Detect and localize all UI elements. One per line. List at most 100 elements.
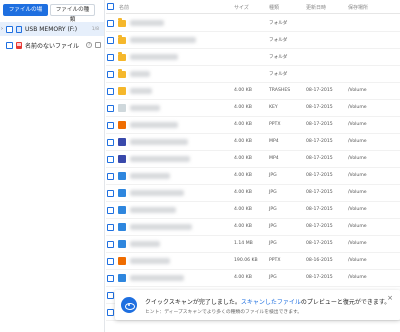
table-row[interactable]: 4.00 KB JPG 08-17-2015/Volume — [106, 185, 400, 202]
table-row[interactable]: 1.14 MB JPG 08-17-2015/Volume — [106, 236, 400, 253]
file-path: /Volume — [348, 258, 367, 263]
table-row[interactable]: フォルダ — [106, 32, 400, 49]
table-row[interactable]: フォルダ — [106, 66, 400, 83]
help-icon[interactable]: ? — [86, 42, 92, 48]
file-date: 08-17-2015 — [306, 122, 333, 127]
select-all-checkbox[interactable] — [107, 3, 114, 10]
column-path[interactable]: 保存場所 — [348, 4, 368, 11]
blurred-file-name — [130, 275, 184, 281]
folder-icon — [118, 69, 126, 78]
folder-icon — [118, 52, 126, 61]
file-date: 08-17-2015 — [306, 156, 333, 161]
row-checkbox[interactable] — [107, 292, 114, 299]
checkbox[interactable] — [6, 41, 13, 49]
table-row[interactable]: 4.00 KB JPG 08-17-2015/Volume — [106, 168, 400, 185]
table-row[interactable]: 4.00 KB JPG 08-17-2015/Volume — [106, 219, 400, 236]
row-checkbox[interactable] — [107, 224, 114, 231]
file-path: /Volume — [348, 224, 367, 229]
column-kind[interactable]: 種類 — [269, 4, 279, 11]
file-date: 08-17-2015 — [306, 207, 333, 212]
file-path: /Volume — [348, 88, 367, 93]
mp4-file-icon — [118, 138, 126, 146]
file-date: 08-17-2015 — [306, 190, 333, 195]
table-row[interactable]: フォルダ — [106, 15, 400, 32]
jpg-file-icon — [118, 189, 126, 197]
row-checkbox[interactable] — [107, 122, 114, 129]
blurred-file-name — [130, 105, 160, 111]
file-size: 4.00 KB — [234, 122, 252, 127]
mp4-file-icon — [118, 155, 126, 163]
tab-file-type[interactable]: ファイルの種類 — [50, 4, 95, 23]
scanned-files-link[interactable]: スキャンしたファイル — [241, 299, 301, 306]
table-row[interactable]: 4.00 KB MP4 08-17-2015/Volume — [106, 151, 400, 168]
row-checkbox[interactable] — [107, 156, 114, 163]
row-checkbox[interactable] — [107, 258, 114, 265]
tab-file-location[interactable]: ファイルの場所 — [3, 4, 48, 25]
file-size: 4.00 KB — [234, 105, 252, 110]
row-checkbox[interactable] — [107, 139, 114, 146]
row-checkbox[interactable] — [107, 241, 114, 248]
checkbox[interactable] — [6, 25, 13, 33]
file-kind: JPG — [269, 173, 277, 178]
row-checkbox[interactable] — [107, 190, 114, 197]
row-checkbox[interactable] — [107, 71, 114, 78]
file-kind: TRASHES — [269, 88, 291, 93]
table-row[interactable]: 4.00 KB JPG 08-17-2015/Volume — [106, 270, 400, 287]
jpg-file-icon — [118, 223, 126, 231]
table-row[interactable]: 4.00 KB PPTX 08-17-2015/Volume — [106, 117, 400, 134]
column-date[interactable]: 更新日時 — [306, 4, 326, 11]
table-row[interactable]: フォルダ — [106, 49, 400, 66]
row-checkbox[interactable] — [107, 309, 114, 316]
file-date: 08-17-2015 — [306, 224, 333, 229]
preview-icon[interactable] — [95, 42, 101, 48]
file-size: 190.06 KB — [234, 258, 258, 263]
row-checkbox[interactable] — [107, 207, 114, 214]
blurred-file-name — [130, 241, 160, 247]
scan-complete-notification: クイックスキャンが完了しました。スキャンしたファイルのプレビューと復元ができます… — [115, 290, 400, 320]
file-kind: MP4 — [269, 156, 279, 161]
file-size: 4.00 KB — [234, 139, 252, 144]
tree-item-label: 名前のないファイル — [25, 42, 80, 50]
row-checkbox[interactable] — [107, 20, 114, 27]
file-list-panel: 名前 サイズ 種類 更新日時 保存場所 フォルダ フォルダ フォルダ フォルダ 4.00… — [106, 0, 400, 332]
table-row[interactable]: 4.00 KB KEY 08-17-2015/Volume — [106, 100, 400, 117]
row-checkbox[interactable] — [107, 275, 114, 282]
pptx-file-icon — [118, 121, 126, 129]
lost-files-icon — [16, 41, 22, 49]
row-checkbox[interactable] — [107, 88, 114, 95]
column-name[interactable]: 名前 — [119, 4, 129, 11]
blurred-file-name — [130, 224, 192, 230]
row-checkbox[interactable] — [107, 105, 114, 112]
file-kind: フォルダ — [269, 55, 288, 60]
column-size[interactable]: サイズ — [234, 4, 249, 11]
file-kind: JPG — [269, 241, 277, 246]
tree-item-label: USB MEMORY (F:) — [25, 25, 78, 33]
blurred-file-name — [130, 190, 184, 196]
row-checkbox[interactable] — [107, 37, 114, 44]
file-size: 4.00 KB — [234, 275, 252, 280]
file-size: 4.00 KB — [234, 207, 252, 212]
file-path: /Volume — [348, 275, 367, 280]
row-checkbox[interactable] — [107, 54, 114, 61]
trash-icon — [118, 87, 126, 95]
chevron-right-icon[interactable]: › — [1, 26, 5, 32]
table-row[interactable]: 190.06 KB PPTX 08-16-2015/Volume — [106, 253, 400, 270]
jpg-file-icon — [118, 172, 126, 180]
row-checkbox[interactable] — [107, 173, 114, 180]
file-kind: フォルダ — [269, 72, 288, 77]
table-row[interactable]: 4.00 KB TRASHES 08-17-2015/Volume — [106, 83, 400, 100]
file-date: 08-17-2015 — [306, 275, 333, 280]
tree-item-usb-memory[interactable]: › USB MEMORY (F:) 1/8 — [0, 22, 104, 36]
notification-hint: ヒント：ディープスキャンでより多くの種類のファイルを検出できます。 — [145, 310, 303, 315]
blurred-file-name — [130, 37, 196, 43]
file-kind: KEY — [269, 105, 278, 110]
pptx-file-icon — [118, 257, 126, 265]
tree-item-unnamed-files[interactable]: 名前のないファイル ? — [0, 38, 104, 52]
file-path: /Volume — [348, 190, 367, 195]
file-kind: PPTX — [269, 258, 281, 263]
close-icon[interactable]: × — [387, 294, 393, 302]
blurred-file-name — [130, 88, 152, 94]
table-row[interactable]: 4.00 KB JPG 08-17-2015/Volume — [106, 202, 400, 219]
table-row[interactable]: 4.00 KB MP4 08-17-2015/Volume — [106, 134, 400, 151]
file-path: /Volume — [348, 139, 367, 144]
